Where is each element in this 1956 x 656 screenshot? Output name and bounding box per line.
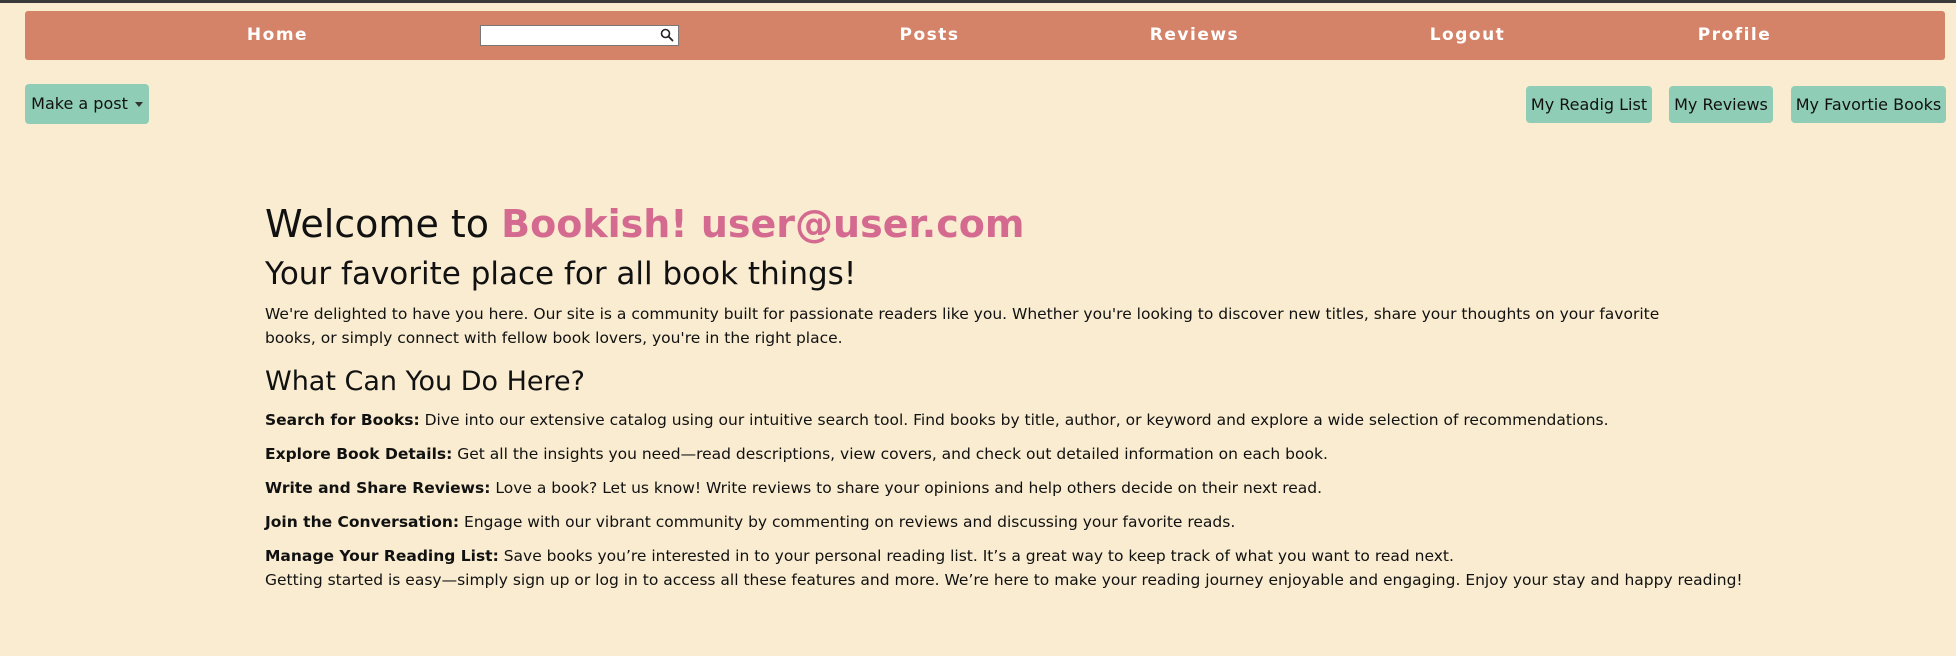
search-icon[interactable]	[660, 28, 674, 42]
feature-text: Engage with our vibrant community by com…	[459, 513, 1236, 531]
caret-down-icon	[134, 102, 143, 107]
feature-item: Write and Share Reviews: Love a book? Le…	[265, 476, 1705, 500]
feature-text: Love a book? Let us know! Write reviews …	[490, 479, 1323, 497]
make-post-label: Make a post	[31, 94, 128, 113]
feature-title: Join the Conversation:	[265, 513, 460, 531]
nav-profile-link[interactable]: Profile	[1652, 11, 1817, 60]
welcome-heading: Welcome to Bookish! user@user.com	[265, 196, 1705, 252]
nav-posts-link[interactable]: Posts	[847, 11, 1012, 60]
nav-home-link[interactable]: Home	[200, 11, 355, 60]
feature-item: Explore Book Details: Get all the insigh…	[265, 442, 1705, 466]
feature-title: Explore Book Details:	[265, 445, 453, 463]
closing-paragraph: Getting started is easy—simply sign up o…	[265, 571, 1743, 589]
intro-paragraph: We're delighted to have you here. Our si…	[265, 305, 1660, 347]
search-input[interactable]	[483, 27, 653, 44]
search-box	[480, 25, 679, 46]
feature-title: Search for Books:	[265, 411, 420, 429]
feature-text: Get all the insights you need—read descr…	[452, 445, 1328, 463]
my-reading-list-button[interactable]: My Readig List	[1526, 86, 1652, 123]
feature-title: Manage Your Reading List:	[265, 547, 499, 565]
make-post-dropdown-button[interactable]: Make a post	[25, 84, 149, 124]
nav-logout-link[interactable]: Logout	[1385, 11, 1550, 60]
window-top-border	[0, 0, 1956, 3]
tagline-heading: Your favorite place for all book things!	[265, 256, 857, 292]
brand-name: Bookish!	[501, 202, 688, 246]
user-email: user@user.com	[700, 202, 1025, 246]
welcome-content: Welcome to Bookish! user@user.com Your f…	[265, 196, 1743, 592]
welcome-prefix: Welcome to	[265, 202, 502, 246]
nav-reviews-link[interactable]: Reviews	[1112, 11, 1277, 60]
section-heading: What Can You Do Here?	[265, 366, 585, 397]
feature-item: Search for Books: Dive into our extensiv…	[265, 408, 1705, 432]
my-favorite-books-button[interactable]: My Favortie Books	[1791, 86, 1946, 123]
feature-item: Join the Conversation: Engage with our v…	[265, 510, 1705, 534]
feature-text: Save books you’re interested in to your …	[498, 547, 1454, 565]
feature-text: Dive into our extensive catalog using ou…	[419, 411, 1609, 429]
my-reviews-button[interactable]: My Reviews	[1669, 86, 1773, 123]
feature-item: Manage Your Reading List: Save books you…	[265, 544, 1705, 568]
top-navbar: Home Posts Reviews Logout Profile	[25, 11, 1945, 60]
feature-title: Write and Share Reviews:	[265, 479, 491, 497]
